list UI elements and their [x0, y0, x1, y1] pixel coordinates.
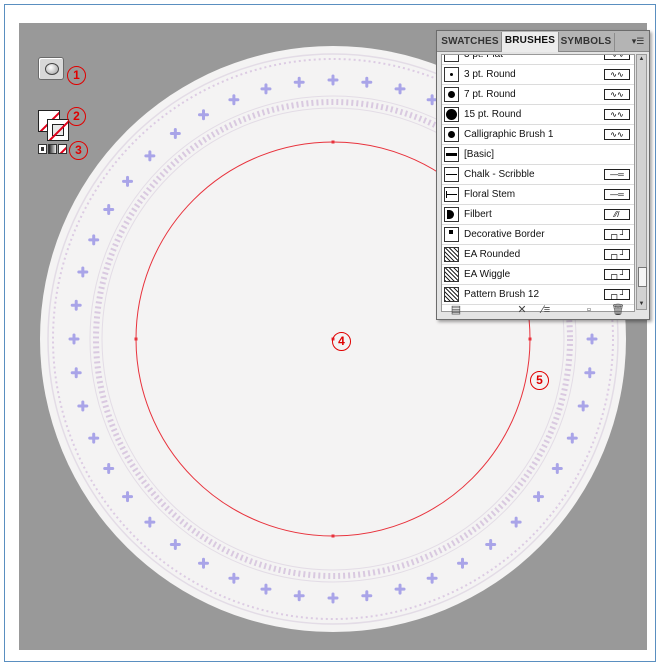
brush-thumbnail-icon — [444, 67, 459, 82]
scroll-down-icon[interactable]: ▼ — [637, 300, 646, 309]
brush-row[interactable]: Filbert ⁄⁄/ — [442, 205, 634, 225]
scroll-up-icon[interactable]: ▲ — [637, 55, 646, 64]
scroll-thumb[interactable] — [638, 267, 647, 287]
brush-thumbnail-icon — [444, 127, 459, 142]
brush-list: 3 pt. Flat ∿∿ 3 pt. Round ∿∿ 7 pt. Round ∿∿ 15… — [441, 54, 635, 312]
brush-name-label: Decorative Border — [464, 229, 545, 240]
brush-thumbnail-icon — [444, 247, 459, 262]
brush-row[interactable]: Floral Stem —═ — [442, 185, 634, 205]
brush-thumbnail-icon — [444, 187, 459, 202]
fill-stroke-icon[interactable] — [38, 110, 69, 141]
brush-options-icon[interactable]: ∕≡ — [539, 303, 553, 317]
brush-type-icon: ┌┐┘ — [604, 289, 630, 300]
callout-2: 2 — [67, 107, 86, 126]
brush-type-icon: —═ — [604, 189, 630, 200]
brush-thumbnail-icon — [444, 55, 459, 62]
color-mode-icon[interactable] — [38, 144, 47, 154]
brush-type-icon: ┌┐┘ — [604, 249, 630, 260]
brush-name-label: Calligraphic Brush 1 — [464, 129, 554, 140]
anchor-point — [331, 534, 335, 538]
brush-row[interactable]: Chalk - Scribble —═ — [442, 165, 634, 185]
brush-name-label: 15 pt. Round — [464, 109, 522, 120]
brush-name-label: 3 pt. Round — [464, 69, 516, 80]
gradient-mode-icon[interactable] — [48, 144, 57, 154]
anchor-point — [528, 337, 532, 341]
brush-name-label: Filbert — [464, 209, 492, 220]
brush-row[interactable]: [Basic] — [442, 145, 634, 165]
brush-libraries-icon[interactable]: ▤ — [449, 303, 463, 317]
brush-name-label: Pattern Brush 12 — [464, 289, 540, 300]
brush-thumbnail-icon — [444, 147, 459, 162]
callout-1: 1 — [67, 66, 86, 85]
anchor-point — [331, 140, 335, 144]
panel-footer: ▤ ✕ ∕≡ ▫ 🗑 — [437, 304, 649, 319]
brush-row[interactable]: EA Rounded ┌┐┘ — [442, 245, 634, 265]
brush-type-icon: ∿∿ — [604, 89, 630, 100]
brush-thumbnail-icon — [444, 167, 459, 182]
brush-row[interactable]: Pattern Brush 12 ┌┐┘ — [442, 285, 634, 305]
brush-row[interactable]: EA Wiggle ┌┐┘ — [442, 265, 634, 285]
brush-row[interactable]: 7 pt. Round ∿∿ — [442, 85, 634, 105]
brush-row[interactable]: 3 pt. Flat ∿∿ — [442, 54, 634, 65]
brush-type-icon: —═ — [604, 169, 630, 180]
brush-type-icon: ┌┐┘ — [604, 229, 630, 240]
callout-4: 4 — [332, 332, 351, 351]
brush-thumbnail-icon — [444, 267, 459, 282]
brush-name-label: Chalk - Scribble — [464, 169, 535, 180]
remove-stroke-icon[interactable]: ✕ — [515, 303, 529, 317]
new-brush-icon[interactable]: ▫ — [582, 303, 596, 317]
brush-thumbnail-icon — [444, 207, 459, 222]
ellipse-tool-icon[interactable] — [38, 57, 64, 80]
panel-tab-bar: SWATCHES BRUSHES SYMBOLS ▾☰ — [437, 31, 649, 52]
callout-5: 5 — [530, 371, 549, 390]
brush-name-label: 7 pt. Round — [464, 89, 516, 100]
delete-brush-icon[interactable]: 🗑 — [611, 303, 625, 317]
brushes-panel: SWATCHES BRUSHES SYMBOLS ▾☰ 3 pt. Flat ∿∿… — [436, 30, 650, 320]
panel-menu-icon[interactable]: ▾☰ — [631, 34, 645, 48]
tab-swatches[interactable]: SWATCHES — [439, 33, 502, 51]
brush-thumbnail-icon — [444, 227, 459, 242]
brush-name-label: [Basic] — [464, 149, 495, 160]
tab-brushes[interactable]: BRUSHES — [501, 32, 559, 52]
brush-type-icon: ∿∿ — [604, 109, 630, 120]
tab-symbols[interactable]: SYMBOLS — [558, 33, 615, 51]
brush-type-icon: ∿∿ — [604, 129, 630, 140]
color-mode-buttons — [38, 144, 70, 157]
none-mode-icon[interactable] — [58, 144, 67, 154]
anchor-point — [134, 337, 138, 341]
brush-row[interactable]: 3 pt. Round ∿∿ — [442, 65, 634, 85]
brush-thumbnail-icon — [444, 107, 459, 122]
brush-name-label: EA Wiggle — [464, 269, 511, 280]
brush-name-label: Floral Stem — [464, 189, 516, 200]
stroke-swatch[interactable] — [47, 119, 69, 141]
brush-row[interactable]: 15 pt. Round ∿∿ — [442, 105, 634, 125]
brush-type-icon: ∿∿ — [604, 55, 630, 60]
callout-3: 3 — [69, 141, 88, 160]
brush-type-icon: ∿∿ — [604, 69, 630, 80]
brush-name-label: EA Rounded — [464, 249, 521, 260]
brush-type-icon: ⁄⁄/ — [604, 209, 630, 220]
brush-thumbnail-icon — [444, 87, 459, 102]
brush-thumbnail-icon — [444, 287, 459, 302]
brush-type-icon: ┌┐┘ — [604, 269, 630, 280]
brush-name-label: 3 pt. Flat — [464, 54, 503, 60]
brush-list-scrollbar[interactable]: ▲ ▼ — [636, 54, 647, 310]
brush-row[interactable]: Calligraphic Brush 1 ∿∿ — [442, 125, 634, 145]
brush-row[interactable]: Decorative Border ┌┐┘ — [442, 225, 634, 245]
